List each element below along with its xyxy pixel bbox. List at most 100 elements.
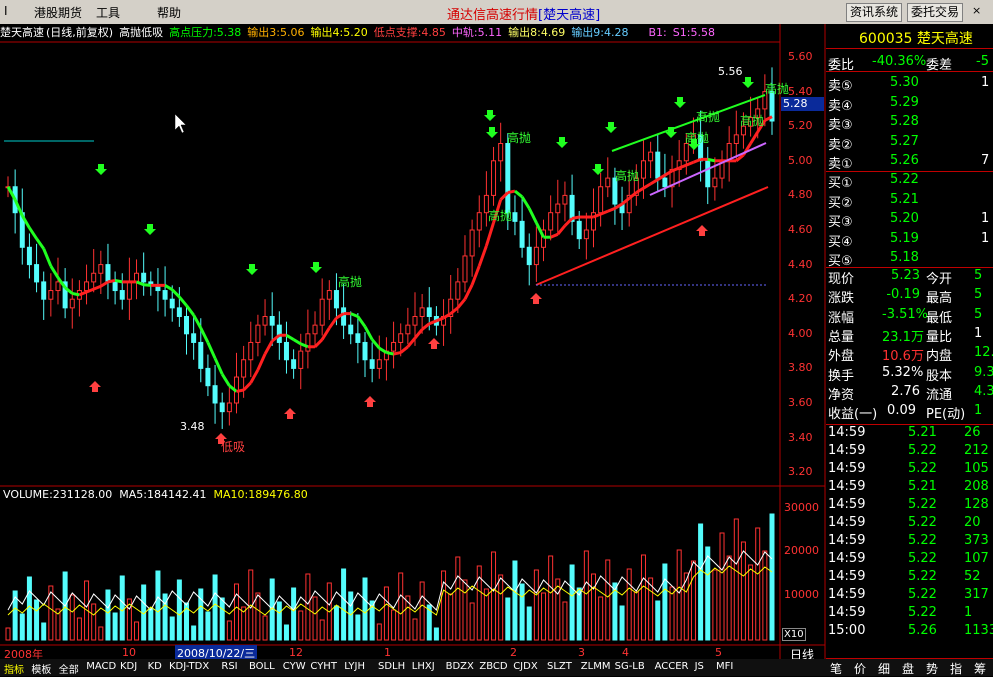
- indicator-tab[interactable]: 指标: [4, 661, 24, 676]
- volume-bar: [312, 596, 318, 641]
- candle-body: [226, 402, 232, 413]
- indicator-tab[interactable]: MFI: [716, 661, 733, 672]
- stat-label2: 内盘: [926, 349, 953, 365]
- trend-line-segment: [49, 265, 60, 279]
- stat-label: 涨跌: [828, 291, 855, 307]
- indicator-tab[interactable]: SLZT: [547, 661, 572, 672]
- bid-level-label: 买①: [828, 176, 853, 191]
- volume-bar: [198, 588, 204, 641]
- volume-bar: [569, 564, 575, 641]
- volume-bar: [640, 554, 646, 641]
- candle-body: [55, 281, 61, 292]
- trade-time: 14:59: [828, 443, 866, 458]
- stat-label: 净资: [828, 387, 855, 403]
- ask-price: 5.29: [890, 94, 919, 110]
- candle-body: [298, 350, 304, 369]
- candle-body: [512, 212, 518, 222]
- volume-bar: [333, 605, 339, 641]
- indicator-tab[interactable]: BOLL: [249, 661, 275, 672]
- indicator-tab[interactable]: 全部: [59, 661, 79, 676]
- sell-arrow-icon: [95, 164, 107, 175]
- candle-body: [98, 264, 104, 274]
- trend-line-segment: [456, 298, 467, 309]
- indicator-tab[interactable]: 模板: [31, 661, 51, 676]
- candle-body: [305, 333, 311, 352]
- low-price-label: 3.48: [180, 420, 205, 433]
- indicator-tab[interactable]: CJDX: [513, 661, 537, 672]
- volume-bar: [298, 610, 304, 641]
- candle-body: [41, 281, 47, 300]
- indicator-tab[interactable]: MACD: [86, 661, 116, 672]
- trend-line-segment: [649, 178, 659, 186]
- indicator-tab[interactable]: BDZX: [446, 661, 474, 672]
- stat-value2: 5: [974, 268, 983, 283]
- candle-body: [533, 246, 539, 266]
- stat-label: 换手: [828, 368, 855, 384]
- trend-line-segment: [556, 224, 567, 236]
- volume-bar: [726, 555, 732, 641]
- quote-tab[interactable]: 筹: [974, 660, 986, 677]
- trade-time: 14:59: [828, 479, 866, 494]
- ask-level-label: 卖③: [828, 118, 853, 133]
- volume-bar: [662, 563, 668, 641]
- price-tick-label: 4.00: [788, 326, 813, 340]
- indicator-tab[interactable]: ACCER: [655, 661, 689, 672]
- candle-body: [412, 316, 418, 326]
- trend-line-segment: [671, 166, 680, 173]
- indicator-tab[interactable]: KDJ: [120, 661, 137, 672]
- candle-body: [184, 316, 190, 335]
- sell-arrow-icon: [742, 77, 754, 88]
- quote-tab[interactable]: 细: [878, 660, 890, 677]
- candle-body: [469, 229, 475, 257]
- volume-bar: [448, 593, 454, 641]
- candle-body: [34, 264, 40, 283]
- volume-bar: [19, 613, 25, 641]
- indicator-tab[interactable]: LHXJ: [412, 661, 435, 672]
- volume-bar: [712, 569, 718, 641]
- volume-unit-label: X10: [782, 628, 806, 641]
- volume-bar: [398, 572, 404, 641]
- trend-line-segment: [206, 341, 217, 359]
- stat-label: 收益(一): [828, 407, 878, 423]
- trend-line-segment: [192, 314, 203, 329]
- trend-line-segment: [320, 327, 331, 341]
- indicator-tab[interactable]: KD: [148, 661, 162, 672]
- volume-bar: [576, 587, 582, 641]
- indicator-tab[interactable]: ZLMM: [581, 661, 611, 672]
- sell-arrow-icon: [592, 164, 604, 175]
- indicator-tab[interactable]: SDLH: [378, 661, 405, 672]
- trade-volume: 105: [964, 461, 989, 476]
- volume-tick-label: 20000: [784, 544, 819, 557]
- trade-price: 5.22: [908, 587, 937, 602]
- indicator-tab[interactable]: JS: [695, 661, 704, 672]
- volume-bar: [498, 574, 504, 641]
- indicator-tab[interactable]: KDJ-TDX: [169, 661, 209, 672]
- volume-tick-label: 30000: [784, 501, 819, 514]
- candle-body: [84, 281, 90, 292]
- indicator-tab[interactable]: RSI: [221, 661, 237, 672]
- price-tick-label: 4.60: [788, 223, 813, 236]
- trend-line-segment: [114, 278, 123, 284]
- quote-tab[interactable]: 笔: [830, 660, 842, 677]
- quote-tab[interactable]: 指: [950, 660, 962, 677]
- volume-bar: [26, 576, 32, 641]
- indicator-tab[interactable]: CYHT: [310, 661, 337, 672]
- indicator-tab[interactable]: SG-LB: [615, 661, 645, 672]
- quote-tab[interactable]: 盘: [902, 660, 914, 677]
- indicator-tab[interactable]: LYJH: [344, 661, 365, 672]
- trend-line-segment: [470, 265, 481, 286]
- volume-bar: [626, 568, 632, 641]
- bid-level-label: 买②: [828, 195, 853, 211]
- buy-arrow-icon: [696, 225, 708, 236]
- trade-volume: 107: [964, 551, 989, 566]
- candle-body: [319, 298, 325, 326]
- volume-bar: [219, 597, 225, 641]
- indicator-tab[interactable]: CYW: [283, 661, 306, 672]
- ask-price: 5.28: [890, 114, 919, 129]
- trend-line-segment: [71, 291, 80, 297]
- volume-bar: [698, 523, 704, 641]
- quote-tab[interactable]: 势: [926, 660, 938, 677]
- candle-body: [355, 333, 361, 343]
- indicator-tab[interactable]: ZBCD: [479, 661, 507, 672]
- quote-tab[interactable]: 价: [854, 660, 866, 677]
